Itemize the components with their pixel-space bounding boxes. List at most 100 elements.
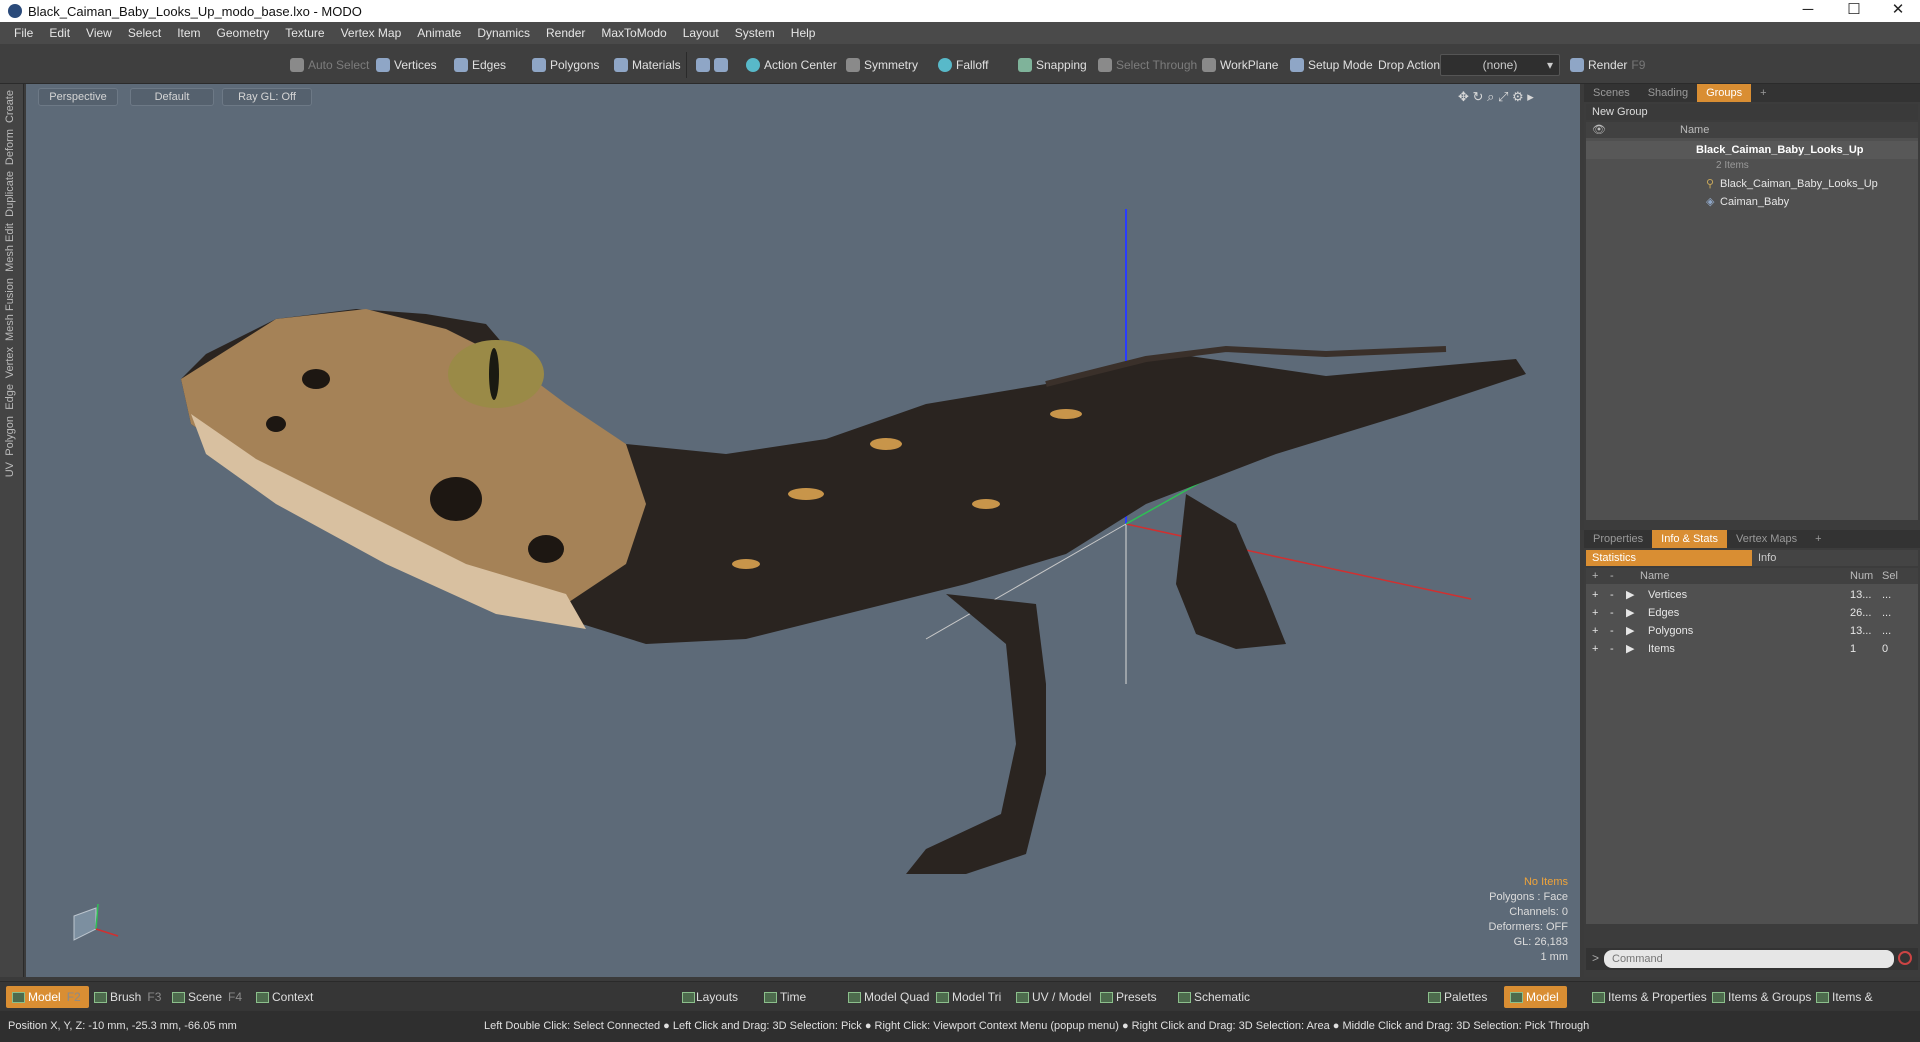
menu-geometry[interactable]: Geometry (209, 26, 278, 40)
auto-select-button[interactable]: Auto Select (284, 54, 375, 76)
layouts-button[interactable]: Layouts (676, 986, 746, 1008)
layout-context-button[interactable]: Context (250, 986, 321, 1008)
name-column-header[interactable]: Name (1680, 122, 1709, 138)
menu-maxtomodo[interactable]: MaxToModo (593, 26, 674, 40)
menu-vertex-map[interactable]: Vertex Map (333, 26, 410, 40)
items-properties-button[interactable]: Items & Properties (1586, 986, 1715, 1008)
polygons-button[interactable]: Polygons (526, 54, 605, 76)
tab-deform[interactable]: Deform (4, 129, 20, 165)
menu-file[interactable]: File (6, 26, 41, 40)
group-child-row[interactable]: ◈ Caiman_Baby (1586, 193, 1918, 211)
tab-edge[interactable]: Edge (4, 384, 20, 410)
tab-create[interactable]: Create (4, 90, 20, 123)
symmetry-button[interactable]: Symmetry (840, 54, 924, 76)
add-tab-button[interactable]: + (1806, 533, 1830, 545)
command-input[interactable] (1604, 950, 1894, 968)
menu-dynamics[interactable]: Dynamics (469, 26, 538, 40)
setup-mode-button[interactable]: Setup Mode (1284, 54, 1379, 76)
tab-duplicate[interactable]: Duplicate (4, 171, 20, 217)
workplane-button[interactable]: WorkPlane (1196, 54, 1284, 76)
minimize-button[interactable]: ─ (1786, 0, 1830, 22)
menu-animate[interactable]: Animate (409, 26, 469, 40)
tab-vertex[interactable]: Vertex (4, 347, 20, 378)
menu-render[interactable]: Render (538, 26, 593, 40)
menu-item[interactable]: Item (169, 26, 208, 40)
model-tri-button[interactable]: Model Tri (930, 986, 1009, 1008)
render-icon (1570, 58, 1584, 72)
tab-mesh-fusion[interactable]: Mesh Fusion (4, 278, 20, 341)
expand-plus-icon[interactable]: + (1592, 640, 1598, 658)
layout-brush-button[interactable]: Brush F3 (88, 986, 169, 1008)
workplane-icon (1202, 58, 1216, 72)
render-button[interactable]: Render F9 (1564, 54, 1651, 76)
table-row[interactable]: + - ▶ Edges 26... ... (1586, 604, 1918, 622)
tab-scenes[interactable]: Scenes (1584, 87, 1639, 99)
menu-edit[interactable]: Edit (41, 26, 78, 40)
edges-icon (454, 58, 468, 72)
visibility-eye-icon[interactable]: 👁 (1592, 122, 1606, 138)
menu-layout[interactable]: Layout (675, 26, 727, 40)
new-group-button[interactable]: New Group (1586, 104, 1918, 120)
tab-uv[interactable]: UV (4, 462, 20, 477)
caiman-model[interactable] (181, 309, 1526, 874)
expand-plus-icon[interactable]: + (1592, 622, 1598, 640)
subtab-statistics[interactable]: Statistics (1586, 550, 1752, 566)
layout-model-button[interactable]: Model F2 (6, 986, 89, 1008)
tab-mesh-edit[interactable]: Mesh Edit (4, 223, 20, 272)
collapse-minus-icon[interactable]: - (1610, 604, 1614, 622)
record-icon[interactable] (1898, 951, 1912, 965)
model-quad-button[interactable]: Model Quad (842, 986, 937, 1008)
items-shading-button[interactable]: Items & Shading (1810, 986, 1920, 1026)
menu-help[interactable]: Help (783, 26, 824, 40)
drop-action-dropdown[interactable]: (none) ▾ (1440, 54, 1560, 76)
gl-count-label: GL: 26,183 (1513, 936, 1568, 948)
tab-shading[interactable]: Shading (1639, 87, 1697, 99)
model-layout-button[interactable]: Model (1504, 986, 1567, 1008)
menu-texture[interactable]: Texture (277, 26, 332, 40)
uv-model-button[interactable]: UV / Model (1010, 986, 1099, 1008)
table-row[interactable]: + - ▶ Polygons 13... ... (1586, 622, 1918, 640)
collapse-minus-icon[interactable]: - (1610, 640, 1614, 658)
caiman-band (732, 559, 760, 569)
tab-info-stats[interactable]: Info & Stats (1652, 530, 1728, 548)
expand-plus-icon[interactable]: + (1592, 604, 1598, 622)
caiman-band (870, 438, 902, 450)
menu-view[interactable]: View (78, 26, 120, 40)
group-child-row[interactable]: ⚲ Black_Caiman_Baby_Looks_Up (1586, 175, 1918, 193)
presets-button[interactable]: Presets (1094, 986, 1165, 1008)
snapping-button[interactable]: Snapping (1012, 54, 1093, 76)
materials-button[interactable]: Materials (608, 54, 687, 76)
orientation-gizmo (73, 903, 119, 941)
collapse-minus-icon[interactable]: - (1610, 586, 1614, 604)
schematic-button[interactable]: Schematic (1172, 986, 1258, 1008)
table-row[interactable]: + - ▶ Vertices 13... ... (1586, 586, 1918, 604)
palettes-button[interactable]: Palettes (1422, 986, 1495, 1008)
expand-plus-icon[interactable]: + (1592, 586, 1598, 604)
close-button[interactable]: ✕ (1876, 0, 1920, 22)
materials-icon (614, 58, 628, 72)
collapse-minus-icon[interactable]: - (1610, 622, 1614, 640)
tab-vertex-maps[interactable]: Vertex Maps (1727, 533, 1806, 545)
items-groups-button[interactable]: Items & Groups (1706, 986, 1819, 1008)
tab-polygon[interactable]: Polygon (4, 416, 20, 456)
tab-groups[interactable]: Groups (1697, 84, 1752, 102)
3d-viewport[interactable]: Perspective Default Ray GL: Off ✥ ↻ ⌕ ⤢ … (26, 84, 1580, 977)
edges-button[interactable]: Edges (448, 54, 512, 76)
time-button[interactable]: Time (758, 986, 814, 1008)
layout-scene-button[interactable]: Scene F4 (166, 986, 250, 1008)
status-bar: Position X, Y, Z: -10 mm, -25.3 mm, -66.… (0, 1011, 1920, 1042)
select-through-button[interactable]: Select Through (1092, 54, 1203, 76)
tab-properties[interactable]: Properties (1584, 533, 1652, 545)
maximize-button[interactable]: ☐ (1832, 0, 1876, 22)
table-row[interactable]: + - ▶ Items 1 0 (1586, 640, 1918, 658)
menu-select[interactable]: Select (120, 26, 169, 40)
menu-system[interactable]: System (727, 26, 783, 40)
action-center-button[interactable]: Action Center (740, 54, 843, 76)
layout-bar: Model F2 Brush F3 Scene F4 Context Layouts … (0, 981, 1920, 1026)
add-tab-button[interactable]: + (1751, 87, 1775, 99)
falloff-button[interactable]: Falloff (932, 54, 994, 76)
caiman-spot (528, 535, 564, 563)
falloff-toggle-button[interactable] (690, 54, 734, 76)
vertices-button[interactable]: Vertices (370, 54, 443, 76)
subtab-info[interactable]: Info (1758, 550, 1776, 566)
